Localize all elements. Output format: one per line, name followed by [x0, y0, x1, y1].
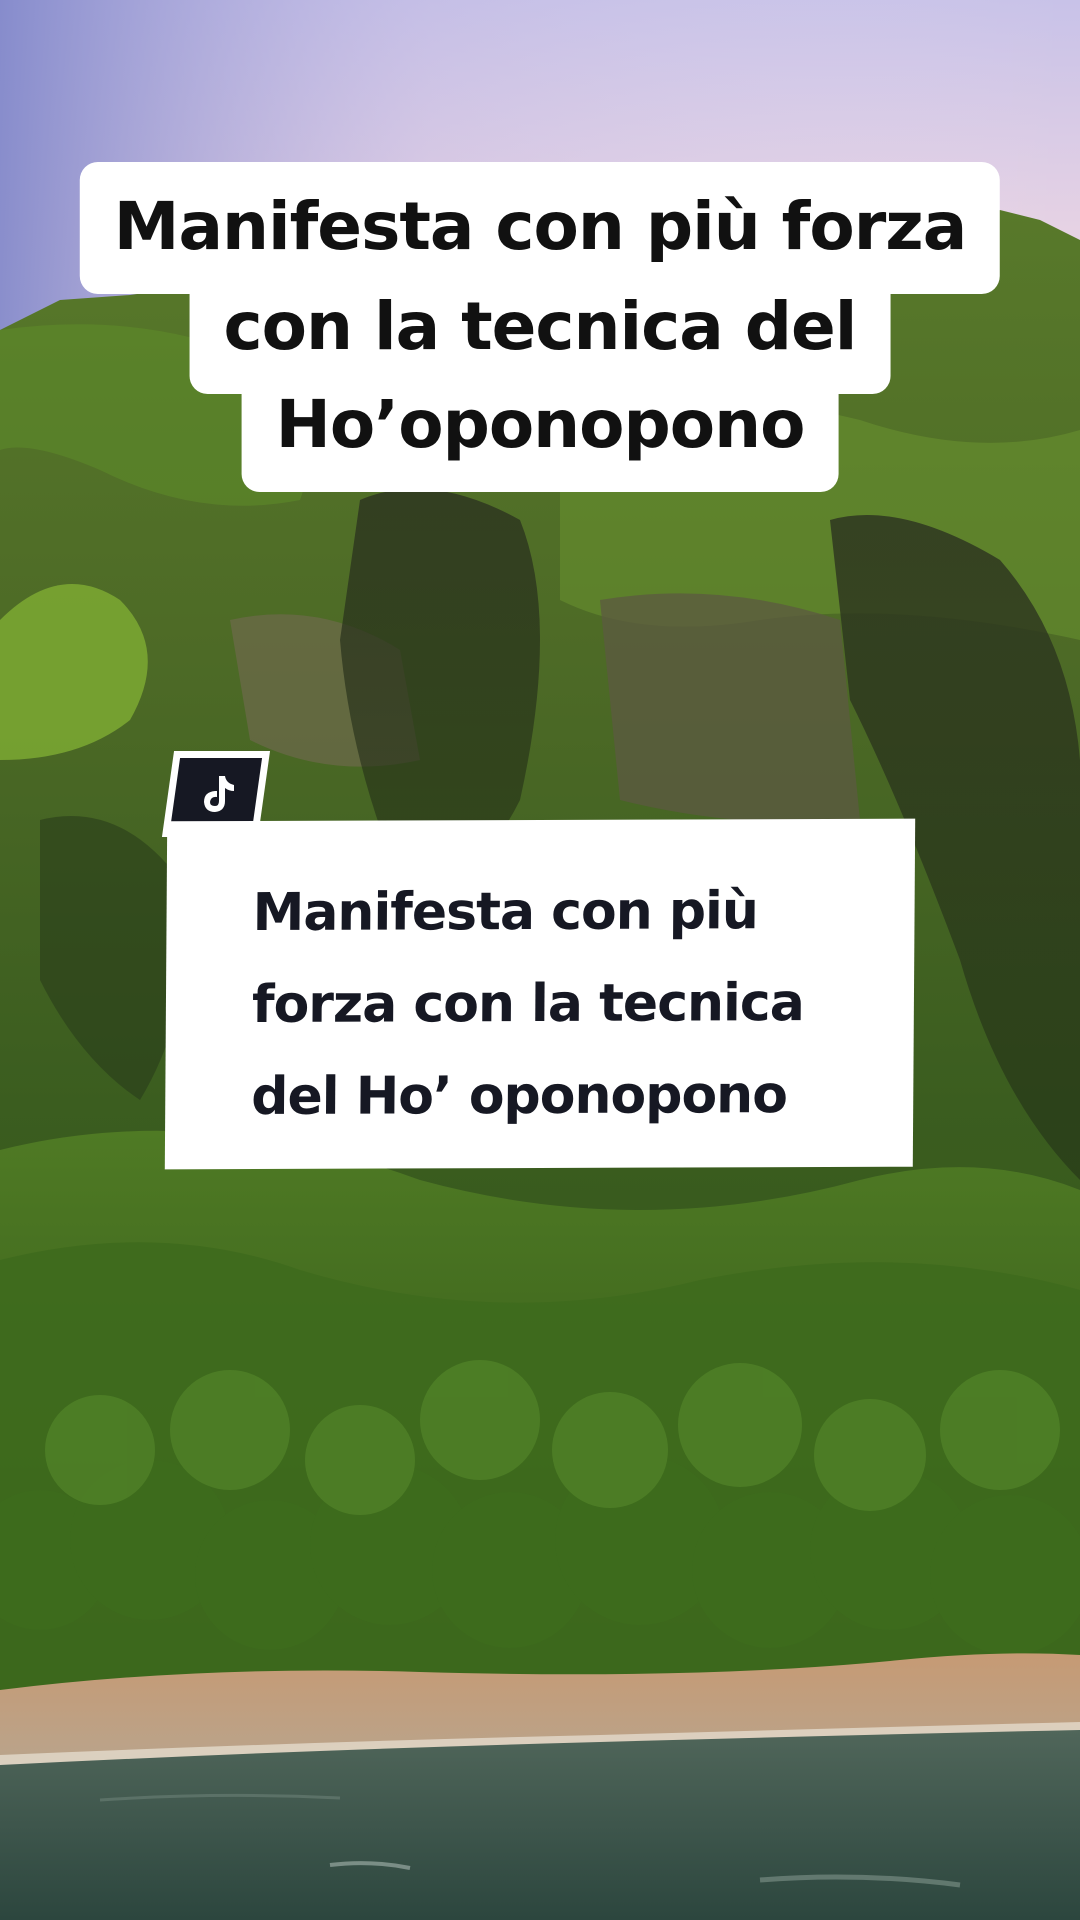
tiktok-badge-background	[169, 758, 263, 830]
tiktok-text-card: Manifesta con più forza con la tecnica d…	[164, 818, 916, 1170]
tiktok-card-text: Manifesta con più forza con la tecnica d…	[251, 865, 853, 1143]
card-line-2: forza con la tecnica	[251, 973, 804, 1036]
caption-line-3: Ho’oponopono	[241, 360, 839, 492]
card-line-1: Manifesta con più	[252, 881, 759, 944]
tiktok-logo-icon	[204, 776, 234, 812]
card-line-3: del Ho’ oponopono	[251, 1065, 788, 1128]
